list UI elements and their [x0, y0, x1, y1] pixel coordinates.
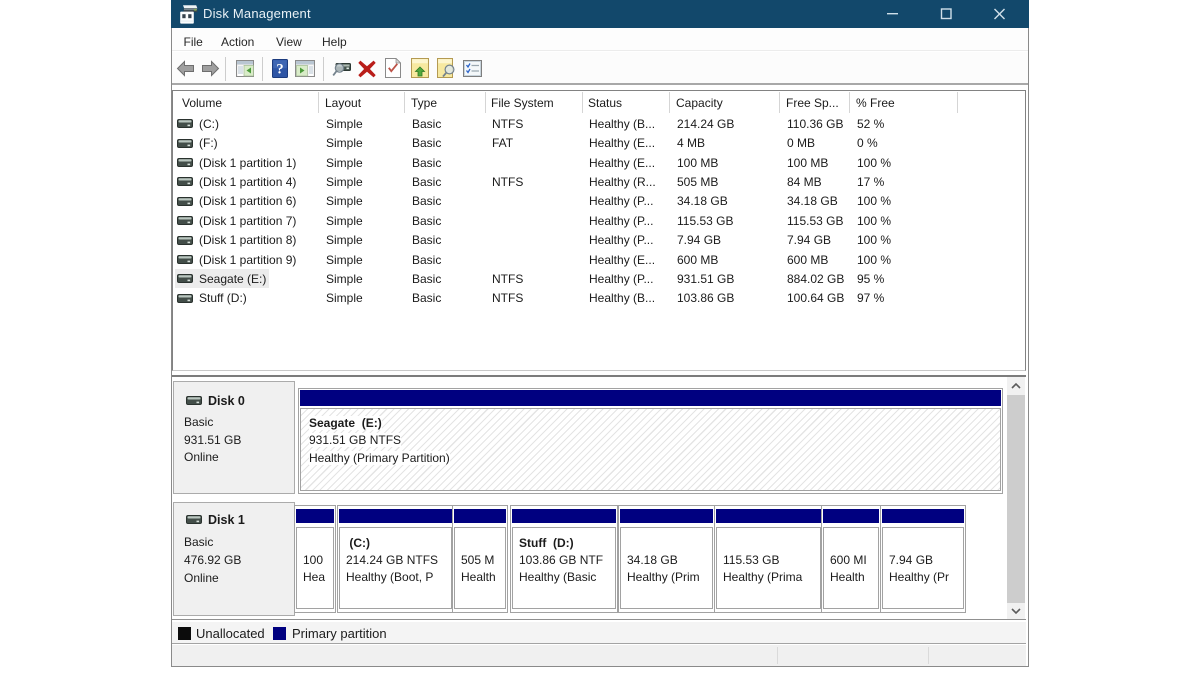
svg-text:?: ?: [276, 61, 283, 77]
